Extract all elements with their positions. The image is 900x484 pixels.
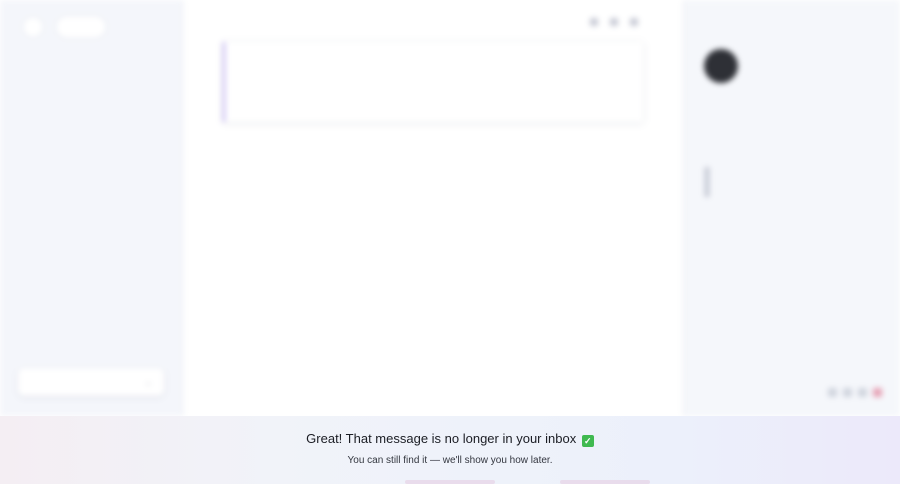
- account-pill[interactable]: [55, 15, 107, 39]
- more-icon[interactable]: [630, 18, 638, 26]
- banner-title: Great! That message is no longer in your…: [0, 431, 900, 447]
- sidebar-search-box[interactable]: ⌄: [18, 368, 164, 396]
- archive-icon[interactable]: [610, 18, 618, 26]
- list-item[interactable]: [704, 191, 716, 197]
- social-icon[interactable]: [843, 388, 852, 397]
- contact-avatar: [704, 49, 738, 83]
- message-card: [223, 42, 643, 122]
- app-background-blurred: ⌄: [0, 0, 900, 416]
- social-icon[interactable]: [828, 388, 837, 397]
- tag-icon: [704, 191, 710, 197]
- contact-panel-footer-icons: [828, 388, 882, 397]
- message-toolbar: [590, 18, 638, 26]
- chevron-down-icon[interactable]: ⌄: [144, 377, 152, 388]
- confirmation-banner: Great! That message is no longer in your…: [0, 416, 900, 484]
- message-view: [184, 0, 682, 416]
- banner-decoration: [405, 480, 495, 484]
- avatar[interactable]: [22, 16, 44, 38]
- banner-subtitle: You can still find it — we'll show you h…: [347, 455, 553, 466]
- reply-icon[interactable]: [590, 18, 598, 26]
- left-sidebar: ⌄: [0, 0, 183, 416]
- banner-decoration: [560, 480, 650, 484]
- check-icon: ✓: [581, 435, 594, 447]
- contact-panel: [683, 0, 900, 416]
- social-icon[interactable]: [873, 388, 882, 397]
- social-icon[interactable]: [858, 388, 867, 397]
- contact-tag-list: [704, 167, 716, 197]
